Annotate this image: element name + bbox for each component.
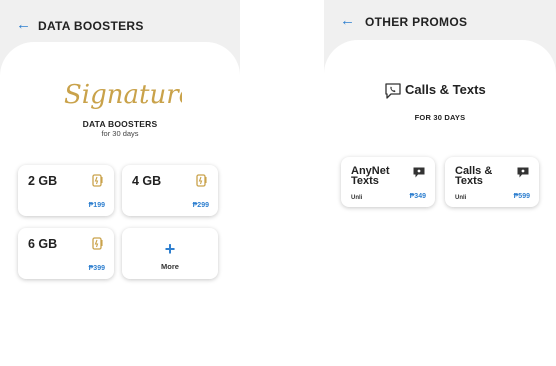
signature-logo: Signature xyxy=(64,80,182,110)
phone-chat-icon xyxy=(385,83,401,99)
promo-name: Calls & Texts xyxy=(455,165,493,187)
booster-price: ₱299 xyxy=(192,202,209,209)
promo-name: AnyNet Texts xyxy=(351,165,390,187)
booster-price: ₱199 xyxy=(88,202,105,209)
booster-card-6gb[interactable]: 6 GB ₱399 xyxy=(18,228,114,279)
hero-subtitle: FOR 30 DAYS xyxy=(414,113,466,122)
more-button[interactable]: + More xyxy=(122,228,218,279)
booster-label: 2 GB xyxy=(28,174,58,188)
promo-price: ₱349 xyxy=(409,193,426,200)
message-icon xyxy=(413,167,425,178)
back-arrow-icon[interactable]: ← xyxy=(340,13,355,28)
booster-label: 6 GB xyxy=(28,237,58,251)
page-title: DATA BOOSTERS xyxy=(38,19,144,33)
promo-price: ₱599 xyxy=(513,193,530,200)
message-icon xyxy=(517,167,529,178)
data-boosters-panel: ← DATA BOOSTERS Signature DATA BOOSTERS … xyxy=(0,0,240,366)
back-arrow-icon[interactable]: ← xyxy=(16,17,31,32)
data-booster-icon xyxy=(92,174,103,187)
more-label: More xyxy=(161,262,179,271)
booster-card-2gb[interactable]: 2 GB ₱199 xyxy=(18,165,114,216)
page-title: OTHER PROMOS xyxy=(365,15,468,29)
other-promos-panel: ← OTHER PROMOS Calls & Texts FOR 30 DAYS… xyxy=(324,0,556,366)
data-booster-icon xyxy=(196,174,207,187)
promo-card-anynet-texts[interactable]: AnyNet Texts Unli ₱349 xyxy=(341,157,435,207)
hero-subtitle: for 30 days xyxy=(101,129,139,138)
booster-price: ₱399 xyxy=(88,265,105,272)
promo-card-calls-texts[interactable]: Calls & Texts Unli ₱599 xyxy=(445,157,539,207)
hero-title: Calls & Texts xyxy=(405,82,486,97)
unli-label: Unli xyxy=(351,195,363,201)
unli-label: Unli xyxy=(455,195,467,201)
booster-card-4gb[interactable]: 4 GB ₱299 xyxy=(122,165,218,216)
data-booster-icon xyxy=(92,237,103,250)
hero-title: DATA BOOSTERS xyxy=(82,119,158,129)
plus-icon: + xyxy=(164,239,176,259)
booster-label: 4 GB xyxy=(132,174,162,188)
svg-text:Signature: Signature xyxy=(64,80,182,110)
